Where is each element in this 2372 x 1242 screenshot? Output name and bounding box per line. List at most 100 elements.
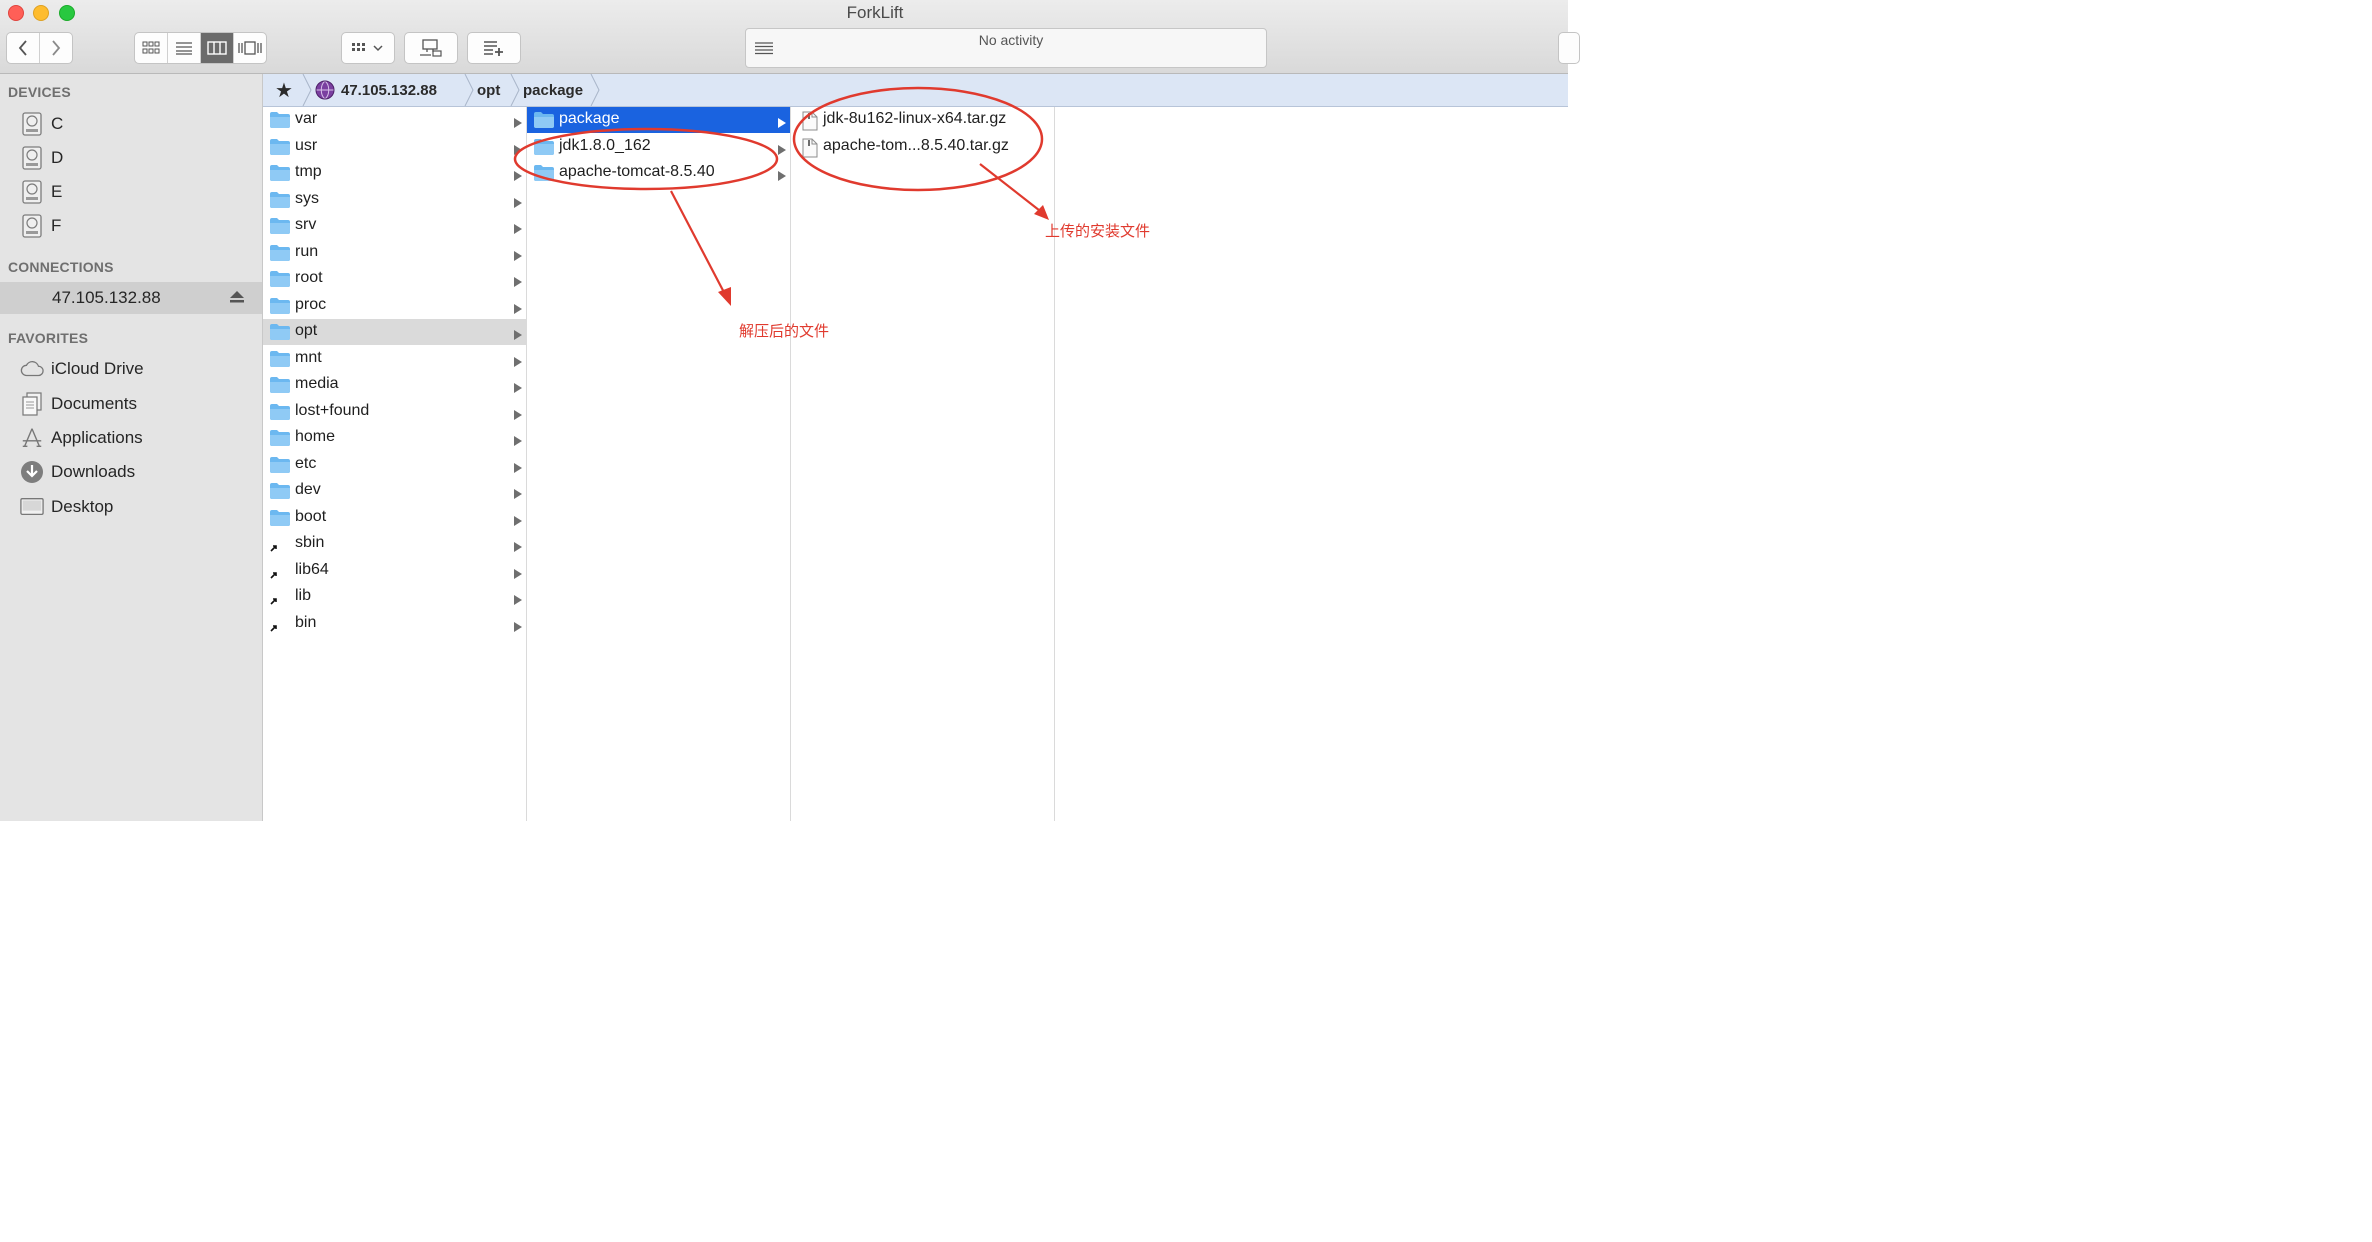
row-icon [269,270,291,293]
sidebar-item-device-c[interactable]: C [0,108,262,140]
row-icon [269,482,291,505]
connections-header: CONNECTIONS [8,259,114,275]
disclosure-triangle-icon [514,568,522,579]
row-icon [269,164,291,187]
sidebar-item-label: E [51,182,63,201]
disclosure-arrow [514,354,522,372]
sidebar-item-device-f[interactable]: F [0,210,262,242]
row-name: lib64 [295,560,329,578]
row-name: var [295,110,318,127]
folder-row[interactable]: lib64 [263,558,526,584]
row-name: home [295,428,336,445]
favorite-star-icon[interactable]: ★ [275,74,293,106]
annotation-label-extracted: 解压后的文件 [739,323,830,340]
row-icon [269,138,291,161]
disclosure-triangle-icon [778,118,786,128]
disclosure-arrow [514,539,522,557]
devices-header: DEVICES [8,84,71,100]
row-name: sys [295,189,319,207]
sidebar-item-label: C [51,114,64,133]
breadcrumb-opt[interactable]: opt [477,74,500,106]
back-button[interactable] [7,33,40,63]
folder-row[interactable]: srv [263,213,526,239]
sidebar-item-applications[interactable]: Applications [0,422,262,454]
alias-arrow-icon [270,571,277,579]
column-view-button[interactable] [201,33,234,63]
chevron-right-icon [52,40,61,56]
disclosure-triangle-icon [514,356,522,367]
disclosure-arrow [514,486,522,504]
cover-flow-view-button[interactable] [234,33,266,63]
disclosure-triangle-icon [514,330,522,340]
file-row[interactable]: apache-tom...8.5.40.tar.gz [791,134,1054,160]
folder-row[interactable]: home [263,425,526,451]
disclosure-arrow [514,327,522,345]
breadcrumb-label: 47.105.132.88 [341,81,437,99]
folder-row[interactable]: opt [263,319,526,345]
connect-button[interactable] [405,33,457,63]
sidebar-item-icloud-drive[interactable]: iCloud Drive [0,353,262,385]
hard-drive-icon [20,112,44,136]
row-name: apache-tomcat-8.5.40 [559,163,715,180]
folder-row[interactable]: lib [263,584,526,610]
folder-row[interactable]: tmp [263,160,526,186]
folder-icon [270,430,290,446]
sidebar-item-connection[interactable]: 47.105.132.88 [0,282,262,314]
row-name: root [295,269,323,286]
row-icon [533,164,555,187]
folder-row[interactable]: package [527,107,790,133]
sidebar-item-device-d[interactable]: D [0,142,262,174]
sidebar-item-device-e[interactable]: E [0,176,262,208]
folder-row[interactable]: bin [263,611,526,637]
arrange-button[interactable] [342,33,394,63]
disclosure-arrow [514,460,522,478]
sidebar-item-label: Applications [51,428,143,447]
list-view-button[interactable] [168,33,201,63]
disclosure-arrow [514,380,522,398]
folder-icon [270,244,290,261]
folder-row[interactable]: sbin [263,531,526,557]
row-name: opt [295,322,318,339]
sidebar-item-desktop[interactable]: Desktop [0,491,262,523]
folder-row[interactable]: mnt [263,346,526,372]
folder-row[interactable]: media [263,372,526,398]
disclosure-triangle-icon [514,542,522,552]
folder-row[interactable]: lost+found [263,399,526,425]
alias-arrow-icon [270,545,277,552]
arrange-dropdown[interactable] [341,32,395,64]
disclosure-triangle-icon [514,144,522,155]
folder-row[interactable]: dev [263,478,526,504]
folder-row[interactable]: usr [263,134,526,160]
folder-row[interactable]: run [263,240,526,266]
column-empty [1055,107,1568,821]
forward-button[interactable] [40,33,72,63]
eject-icon[interactable] [229,290,245,304]
breadcrumb-server[interactable]: 47.105.132.88 [315,74,437,106]
folder-row[interactable]: var [263,107,526,133]
disclosure-triangle-icon [514,250,522,261]
folder-row[interactable]: jdk1.8.0_162 [527,134,790,160]
row-icon [269,429,291,452]
folder-row[interactable]: etc [263,452,526,478]
icon-view-button[interactable] [135,33,168,63]
file-row[interactable]: jdk-8u162-linux-x64.tar.gz [791,107,1054,133]
toolbar-overflow-button[interactable] [1558,32,1580,64]
folder-row[interactable]: sys [263,187,526,213]
breadcrumb-package[interactable]: package [523,74,583,106]
network-globe-icon [315,80,335,100]
folder-row[interactable]: apache-tomcat-8.5.40 [527,160,790,186]
disclosure-arrow [514,195,522,213]
sidebar-item-downloads[interactable]: Downloads [0,456,262,488]
folder-row[interactable]: proc [263,293,526,319]
folder-row[interactable]: root [263,266,526,292]
add-to-queue-button[interactable] [468,33,520,63]
row-name: sbin [295,534,325,551]
folder-row[interactable]: boot [263,505,526,531]
desktop-icon [20,496,44,518]
sidebar-item-documents[interactable]: Documents [0,388,262,420]
path-separator-icon [510,74,520,106]
disclosure-triangle-icon [514,197,522,208]
activity-panel[interactable]: No activity [745,28,1267,68]
row-name: media [295,375,339,392]
disclosure-arrow [514,248,522,266]
